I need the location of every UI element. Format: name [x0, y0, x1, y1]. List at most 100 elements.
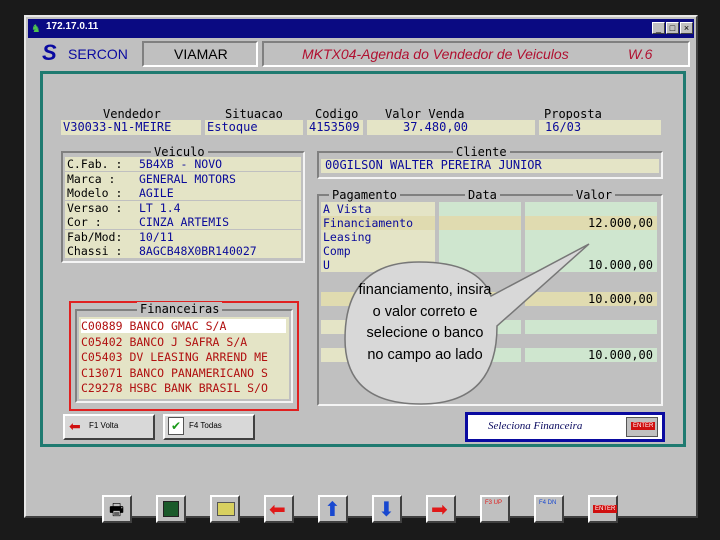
- documents-icon: [217, 502, 235, 516]
- veiculo-value[interactable]: 10/11: [139, 230, 174, 244]
- col-header-vendedor: Vendedor: [103, 107, 161, 121]
- financeiras-highlight: Financeiras C00889 BANCO GMAC S/A C05402 …: [69, 301, 299, 411]
- col-header-proposta: Proposta: [544, 107, 602, 121]
- sercon-logo: S SERCON: [38, 40, 138, 66]
- pagamento-row[interactable]: Financiamento 12.000,00: [321, 216, 657, 230]
- brand-name: SERCON: [68, 46, 128, 62]
- pagamento-label: A Vista: [323, 202, 372, 216]
- volta-label: F1 Volta: [89, 421, 119, 430]
- cliente-group: Cliente 00GILSON WALTER PEREIRA JUNIOR: [317, 145, 663, 179]
- calculator-icon: [163, 501, 179, 517]
- veiculo-row: Modelo : AGILE: [65, 186, 301, 200]
- main-panel: Vendedor Situacao Codigo Valor Venda Pro…: [40, 71, 686, 447]
- app-window: ♞ 172.17.0.11 _ □ × S SERCON VIAMAR MKTX…: [24, 15, 698, 523]
- col-header-valor-venda: Valor Venda: [385, 107, 465, 121]
- situacao-field[interactable]: Estoque: [205, 120, 303, 135]
- veiculo-label: Modelo :: [67, 186, 123, 200]
- enter-toolbar-button[interactable]: ENTER: [588, 495, 618, 523]
- financeira-item[interactable]: C05402 BANCO J SAFRA S/A: [81, 335, 247, 349]
- maximize-button[interactable]: □: [666, 22, 679, 34]
- todas-label: F4 Todas: [189, 421, 222, 430]
- vendedor-field[interactable]: V30033-N1-MEIRE: [61, 120, 201, 135]
- documents-button[interactable]: [210, 495, 240, 523]
- up-arrow-icon: ⬆: [324, 499, 341, 521]
- pagamento-header: Pagamento: [329, 188, 401, 202]
- todas-button[interactable]: ✔ F4 Todas: [163, 414, 255, 440]
- callout-text: financiamento, insira o valor correto e …: [358, 282, 492, 363]
- down-button[interactable]: ⬇: [372, 495, 402, 523]
- top-table: Vendedor Situacao Codigo Valor Venda Pro…: [61, 107, 665, 137]
- col-header-codigo: Codigo: [315, 107, 359, 121]
- next-button[interactable]: ➡: [426, 495, 456, 523]
- page-up-button[interactable]: F3 UP: [480, 495, 510, 523]
- company-name: VIAMAR: [174, 46, 228, 62]
- veiculo-group: Veiculo C.Fab. :5B4XB - NOVO Marca : GENER…: [61, 145, 305, 263]
- minimize-button[interactable]: _: [652, 22, 665, 34]
- pagamento-valor[interactable]: 12.000,00: [588, 216, 653, 230]
- version-label: W.6: [628, 46, 653, 62]
- valor-header: Valor: [573, 188, 616, 202]
- sercon-s-icon: S: [42, 40, 57, 65]
- enter-button[interactable]: ENTER: [626, 417, 658, 437]
- proposta-field[interactable]: 16/03: [539, 120, 661, 135]
- enter-icon: ENTER: [631, 422, 656, 430]
- veiculo-row: Versao : LT 1.4: [65, 200, 301, 215]
- pagamento-data-field[interactable]: [439, 216, 521, 230]
- title-bar: ♞ 172.17.0.11 _ □ ×: [28, 19, 694, 38]
- financeiras-group: Financeiras C00889 BANCO GMAC S/A C05402 …: [75, 302, 293, 403]
- cliente-title: Cliente: [453, 145, 510, 159]
- veiculo-value[interactable]: AGILE: [139, 186, 174, 200]
- veiculo-label: Cor :: [67, 215, 102, 229]
- pagamento-data-field[interactable]: [439, 202, 521, 216]
- veiculo-row: C.Fab. : 5B4XB - NOVO: [65, 157, 301, 171]
- veiculo-label: Fab/Mod:: [67, 229, 123, 244]
- status-box: Seleciona Financeira ENTER: [465, 412, 665, 442]
- financeiras-title: Financeiras: [137, 302, 223, 316]
- veiculo-value[interactable]: 5B4XB - NOVO: [139, 157, 222, 171]
- financeira-item[interactable]: C00889 BANCO GMAC S/A: [81, 319, 286, 333]
- right-arrow-icon: ➡: [431, 499, 448, 521]
- window-title: 172.17.0.11: [46, 21, 99, 32]
- screen-title: MKTX04-Agenda do Vendedor de Veiculos: [302, 46, 569, 62]
- volta-button[interactable]: ⬅ F1 Volta: [63, 414, 155, 440]
- app-icon: ♞: [31, 23, 41, 35]
- veiculo-value[interactable]: LT 1.4: [139, 201, 181, 215]
- calculator-button[interactable]: [156, 495, 186, 523]
- check-icon: ✔: [168, 417, 184, 435]
- valor-venda-field[interactable]: 37.480,00: [367, 120, 535, 135]
- screen-title-box: MKTX04-Agenda do Vendedor de Veiculos W.…: [262, 41, 690, 67]
- veiculo-value[interactable]: CINZA ARTEMIS: [139, 215, 229, 229]
- page-down-button[interactable]: F4 DN: [534, 495, 564, 523]
- financeira-item[interactable]: C05403 DV LEASING ARREND ME: [81, 350, 268, 364]
- company-box: VIAMAR: [142, 41, 258, 67]
- close-button[interactable]: ×: [680, 22, 693, 34]
- veiculo-label: C.Fab. :: [67, 157, 123, 171]
- financeira-item[interactable]: C13071 BANCO PANAMERICANO S: [81, 366, 268, 380]
- pagamento-row[interactable]: A Vista: [321, 202, 657, 216]
- veiculo-row: Marca : GENERAL MOTORS: [65, 171, 301, 186]
- veiculo-row: Fab/Mod: 10/11: [65, 229, 301, 244]
- printer-icon: 🖶: [109, 502, 125, 519]
- page-up-icon: F3 UP: [485, 500, 503, 506]
- col-header-situacao: Situacao: [225, 107, 283, 121]
- veiculo-row: Chassi : 8AGCB48X0BR140027: [65, 244, 301, 258]
- status-text: Seleciona Financeira: [488, 420, 583, 432]
- enter-toolbar-icon: ENTER: [593, 505, 618, 513]
- veiculo-label: Versao :: [67, 200, 123, 215]
- up-button[interactable]: ⬆: [318, 495, 348, 523]
- data-header: Data: [465, 188, 500, 202]
- financeiras-list[interactable]: C00889 BANCO GMAC S/A C05402 BANCO J SAFR…: [79, 317, 289, 399]
- veiculo-row: Cor : CINZA ARTEMIS: [65, 215, 301, 229]
- left-arrow-icon: ⬅: [269, 499, 286, 521]
- veiculo-label: Marca :: [67, 171, 116, 186]
- down-arrow-icon: ⬇: [378, 499, 395, 521]
- veiculo-value[interactable]: 8AGCB48X0BR140027: [139, 244, 257, 258]
- codigo-field[interactable]: 4153509: [307, 120, 363, 135]
- volta-arrow-icon: ⬅: [69, 418, 81, 434]
- pagamento-label: Financiamento: [323, 216, 414, 230]
- cliente-field[interactable]: 00GILSON WALTER PEREIRA JUNIOR: [321, 158, 659, 173]
- print-button[interactable]: 🖶: [102, 495, 132, 523]
- veiculo-value[interactable]: GENERAL MOTORS: [139, 172, 236, 186]
- previous-button[interactable]: ⬅: [264, 495, 294, 523]
- financeira-item[interactable]: C29278 HSBC BANK BRASIL S/O: [81, 381, 268, 395]
